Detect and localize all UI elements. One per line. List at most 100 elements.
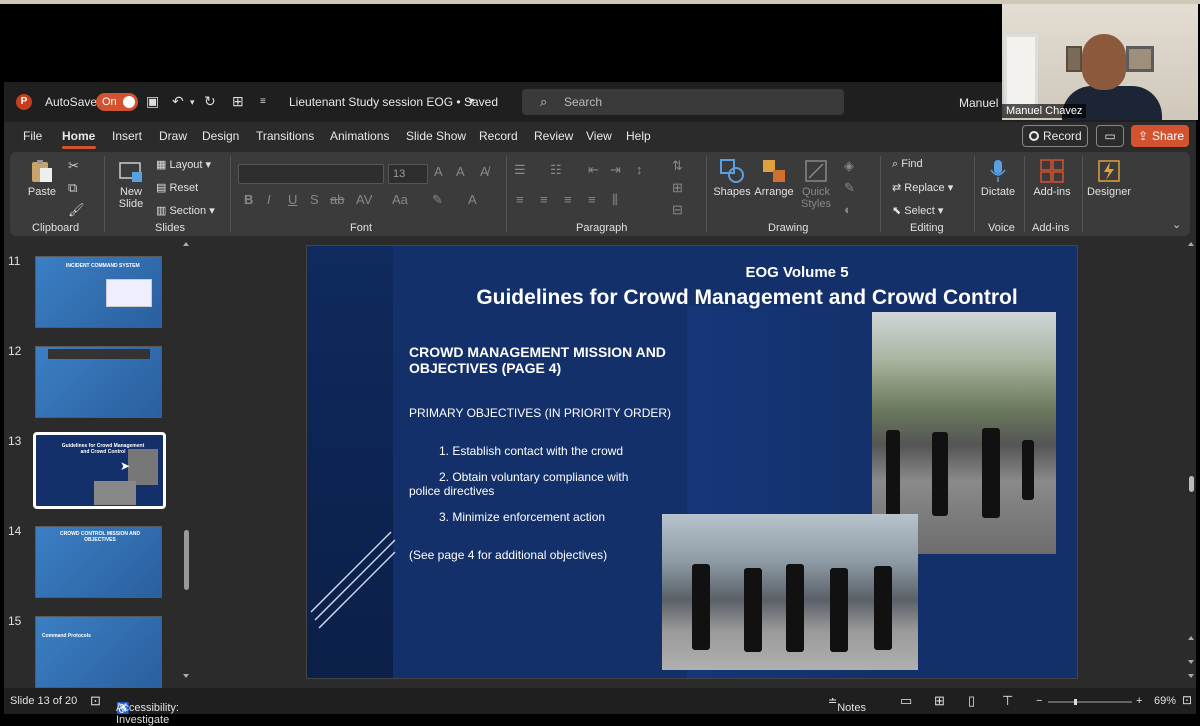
font-size-select[interactable]: 13: [388, 164, 428, 184]
notes-button[interactable]: ≐ Notes: [828, 695, 866, 714]
present-icon[interactable]: ⊞: [232, 93, 244, 110]
text-direction-icon[interactable]: ⇅: [672, 158, 683, 174]
slide-thumbnail-selected[interactable]: Guidelines for Crowd Management and Crow…: [33, 432, 166, 509]
tab-help[interactable]: Help: [626, 129, 651, 143]
section-button[interactable]: ▥ Section ▾: [156, 204, 215, 217]
slide-thumbnail[interactable]: [35, 346, 162, 418]
tab-home[interactable]: Home: [62, 129, 95, 143]
record-button[interactable]: Record: [1022, 125, 1088, 147]
bold-icon[interactable]: B: [244, 192, 253, 207]
smartart-icon[interactable]: ⊟: [672, 202, 683, 218]
shape-fill-icon[interactable]: ◈: [844, 158, 854, 174]
reset-button[interactable]: ▤ Reset: [156, 181, 198, 194]
customize-qat-icon[interactable]: ≡: [260, 96, 266, 107]
increase-indent-icon[interactable]: ⇥: [610, 162, 621, 178]
fit-to-window-icon[interactable]: ⊡: [1182, 693, 1192, 707]
document-title[interactable]: Lieutenant Study session EOG • Saved: [289, 95, 498, 109]
add-ins-button[interactable]: Add-ins: [1028, 158, 1076, 198]
voice-group-label: Voice: [988, 222, 1015, 234]
wall-frame: [1126, 46, 1154, 72]
new-slide-button[interactable]: New Slide: [110, 158, 152, 210]
justify-icon[interactable]: ≡: [588, 192, 596, 207]
comments-button[interactable]: ▭: [1096, 125, 1124, 147]
zoom-out-icon[interactable]: −: [1036, 695, 1042, 707]
editor-scrollbar[interactable]: [1186, 240, 1196, 686]
title-chevron-down-icon[interactable]: ▾: [469, 96, 474, 107]
slide-sorter-icon[interactable]: ⊞: [934, 693, 945, 709]
bullets-icon[interactable]: ☰: [514, 162, 526, 178]
slide-count[interactable]: Slide 13 of 20: [10, 695, 77, 707]
tab-file[interactable]: File: [23, 129, 42, 143]
increase-font-icon[interactable]: A: [434, 164, 443, 179]
zoom-slider[interactable]: [1048, 699, 1132, 705]
underline-icon[interactable]: U: [288, 192, 297, 207]
decrease-indent-icon[interactable]: ⇤: [588, 162, 599, 178]
strikethrough-icon[interactable]: ab: [330, 192, 344, 207]
font-family-select[interactable]: [238, 164, 384, 184]
redo-icon[interactable]: ↻: [204, 93, 216, 110]
paste-button[interactable]: Paste: [24, 158, 60, 198]
italic-icon[interactable]: I: [267, 192, 271, 207]
slide-thumbnail[interactable]: INCIDENT COMMAND SYSTEM: [35, 256, 162, 328]
line-spacing-icon[interactable]: ↕: [636, 162, 643, 177]
tab-slide-show[interactable]: Slide Show: [406, 129, 466, 143]
arrange-button[interactable]: Arrange: [752, 158, 796, 198]
undo-icon[interactable]: ↶: [172, 93, 184, 110]
layout-button[interactable]: ▦ Layout ▾: [156, 158, 211, 171]
shadow-icon[interactable]: S: [310, 192, 319, 207]
decrease-font-icon[interactable]: A: [456, 164, 465, 179]
autosave-toggle[interactable]: On: [96, 93, 138, 111]
shape-effects-icon[interactable]: ◐: [844, 202, 852, 217]
shape-outline-icon[interactable]: ✎: [844, 180, 855, 196]
font-group-label: Font: [350, 222, 373, 234]
save-icon[interactable]: ▣: [146, 93, 159, 110]
highlight-icon[interactable]: ✎: [432, 192, 443, 208]
autosave-label: AutoSave: [45, 95, 98, 109]
tab-review[interactable]: Review: [534, 129, 573, 143]
char-spacing-icon[interactable]: AV: [356, 192, 372, 207]
replace-button[interactable]: ⇄ Replace ▾: [892, 181, 953, 194]
tab-design[interactable]: Design: [202, 129, 239, 143]
shapes-button[interactable]: Shapes: [712, 158, 752, 198]
format-painter-icon[interactable]: 🖌: [68, 202, 85, 218]
slideshow-view-icon[interactable]: ⊤: [1002, 693, 1013, 709]
numbering-icon[interactable]: ☷: [550, 162, 562, 178]
slide-thumbnail[interactable]: CROWD CONTROL MISSION AND OBJECTIVES: [35, 526, 162, 598]
undo-dropdown-icon[interactable]: ▾: [190, 97, 195, 108]
thumbnails-scrollbar[interactable]: [181, 240, 191, 680]
cut-icon[interactable]: ✂: [68, 158, 79, 174]
clear-format-icon[interactable]: A̸: [480, 164, 489, 179]
tab-transitions[interactable]: Transitions: [256, 129, 314, 143]
align-right-icon[interactable]: ≡: [564, 192, 572, 207]
copy-icon[interactable]: ⧉: [68, 180, 77, 196]
thumbnail-title: CROWD CONTROL MISSION AND OBJECTIVES: [60, 531, 140, 543]
tab-view[interactable]: View: [586, 129, 612, 143]
reading-view-icon[interactable]: ▯: [968, 693, 975, 709]
tab-draw[interactable]: Draw: [159, 129, 187, 143]
font-color-icon[interactable]: A: [468, 192, 477, 207]
zoom-level[interactable]: 69%: [1154, 695, 1176, 707]
align-center-icon[interactable]: ≡: [540, 192, 548, 207]
search-box[interactable]: ⌕ Search: [522, 89, 844, 115]
designer-button[interactable]: Designer: [1086, 158, 1132, 198]
current-slide[interactable]: EOG Volume 5 Guidelines for Crowd Manage…: [306, 245, 1078, 679]
tab-animations[interactable]: Animations: [330, 129, 389, 143]
thumbnail-number: 13: [8, 434, 22, 448]
zoom-in-icon[interactable]: +: [1136, 695, 1142, 707]
align-text-icon[interactable]: ⊞: [672, 180, 683, 196]
share-button[interactable]: ⇪ Share: [1131, 125, 1189, 147]
change-case-icon[interactable]: Aa: [392, 192, 408, 207]
account-name[interactable]: Manuel: [959, 96, 998, 110]
select-button[interactable]: ⬉ Select ▾: [892, 204, 943, 217]
normal-view-icon[interactable]: ▭: [900, 693, 912, 709]
columns-icon[interactable]: ⫼: [612, 192, 618, 208]
tab-insert[interactable]: Insert: [112, 129, 142, 143]
spellcheck-icon[interactable]: ⊡: [90, 693, 101, 709]
quick-styles-button[interactable]: Quick Styles: [798, 158, 834, 210]
slide-thumbnail[interactable]: Command Protocols: [35, 616, 162, 688]
find-button[interactable]: ⌕ Find: [892, 158, 923, 171]
ribbon-collapse-chevron-icon[interactable]: ⌄: [1172, 218, 1181, 231]
align-left-icon[interactable]: ≡: [516, 192, 524, 207]
tab-record[interactable]: Record: [479, 129, 518, 143]
dictate-button[interactable]: Dictate: [978, 158, 1018, 198]
